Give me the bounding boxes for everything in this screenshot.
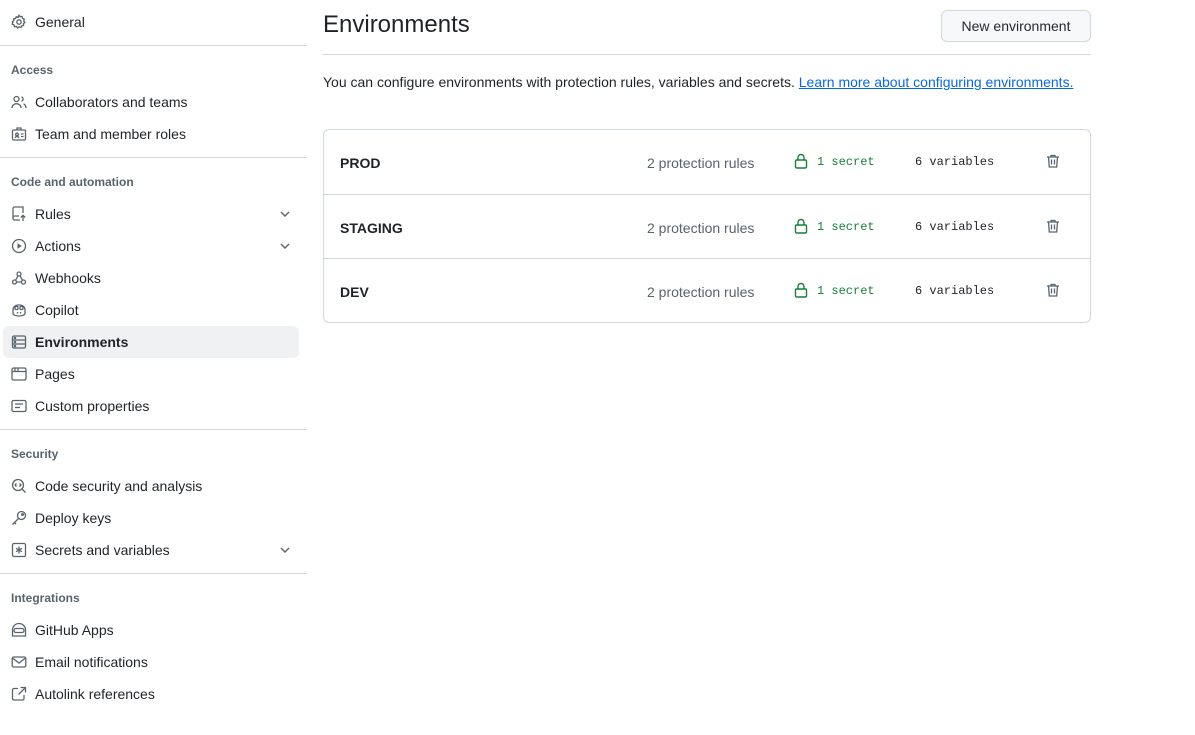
lock-icon bbox=[794, 153, 808, 169]
sidebar-item-general[interactable]: General bbox=[3, 6, 299, 38]
sidebar-item-label: Custom properties bbox=[35, 398, 150, 414]
variables-count: 6 variables bbox=[915, 220, 995, 234]
settings-sidebar: General Access Collaborators and teams T… bbox=[0, 0, 307, 735]
cross-reference-icon bbox=[11, 686, 27, 702]
sidebar-item-label: Team and member roles bbox=[35, 126, 186, 142]
sidebar-item-label: Collaborators and teams bbox=[35, 94, 188, 110]
secrets-count: 1 secret bbox=[817, 220, 875, 234]
page-title: Environments bbox=[323, 11, 470, 38]
chevron-down-icon[interactable] bbox=[277, 542, 293, 558]
sidebar-item-label: Deploy keys bbox=[35, 510, 112, 526]
sidebar-item-collaborators[interactable]: Collaborators and teams bbox=[3, 86, 299, 118]
note-icon bbox=[11, 398, 27, 414]
key-icon bbox=[11, 510, 27, 526]
sidebar-item-pages[interactable]: Pages bbox=[3, 358, 299, 390]
sidebar-item-label: Autolink references bbox=[35, 686, 155, 702]
sidebar-item-label: General bbox=[35, 14, 85, 30]
mail-icon bbox=[11, 654, 27, 670]
sidebar-item-github-apps[interactable]: GitHub Apps bbox=[3, 614, 299, 646]
learn-more-link[interactable]: Learn more about configuring environment… bbox=[799, 74, 1074, 90]
sidebar-item-autolink[interactable]: Autolink references bbox=[3, 678, 299, 710]
title-divider bbox=[323, 54, 1091, 55]
server-icon bbox=[11, 334, 27, 350]
webhook-icon bbox=[11, 270, 27, 286]
people-icon bbox=[11, 94, 27, 110]
sidebar-item-code-security[interactable]: Code security and analysis bbox=[3, 470, 299, 502]
sidebar-divider bbox=[0, 573, 307, 574]
sidebar-item-label: Pages bbox=[35, 366, 75, 382]
trash-icon[interactable] bbox=[1044, 281, 1062, 299]
variables-count: 6 variables bbox=[915, 284, 995, 298]
sidebar-divider bbox=[0, 157, 307, 158]
section-title-access: Access bbox=[11, 63, 54, 77]
sidebar-item-label: Rules bbox=[35, 206, 71, 222]
section-title-security: Security bbox=[11, 447, 59, 461]
sidebar-item-custom-properties[interactable]: Custom properties bbox=[3, 390, 299, 422]
intro-description: You can configure environments with prot… bbox=[323, 74, 799, 90]
sidebar-item-label: Code security and analysis bbox=[35, 478, 203, 494]
sidebar-item-label: Email notifications bbox=[35, 654, 148, 670]
trash-icon[interactable] bbox=[1044, 217, 1062, 235]
secrets-count: 1 secret bbox=[817, 155, 875, 169]
sidebar-divider bbox=[0, 429, 307, 430]
gear-icon bbox=[11, 14, 27, 30]
environment-row: PROD 2 protection rules 1 secret 6 varia… bbox=[324, 130, 1090, 194]
sidebar-item-secrets-variables[interactable]: Secrets and variables bbox=[3, 534, 299, 566]
sidebar-item-team-roles[interactable]: Team and member roles bbox=[3, 118, 299, 150]
environment-name-link[interactable]: PROD bbox=[340, 154, 380, 172]
environment-row: DEV 2 protection rules 1 secret 6 variab… bbox=[324, 258, 1090, 322]
lock-icon bbox=[794, 282, 808, 298]
protection-rules-count: 2 protection rules bbox=[647, 284, 755, 300]
section-title-code-automation: Code and automation bbox=[11, 175, 134, 189]
trash-icon[interactable] bbox=[1044, 152, 1062, 170]
sidebar-item-webhooks[interactable]: Webhooks bbox=[3, 262, 299, 294]
copilot-icon bbox=[11, 302, 27, 318]
sidebar-item-copilot[interactable]: Copilot bbox=[3, 294, 299, 326]
play-icon bbox=[11, 238, 27, 254]
environment-name-link[interactable]: DEV bbox=[340, 283, 369, 301]
lock-icon bbox=[794, 218, 808, 234]
chevron-down-icon[interactable] bbox=[277, 206, 293, 222]
sidebar-item-deploy-keys[interactable]: Deploy keys bbox=[3, 502, 299, 534]
sidebar-item-label: Webhooks bbox=[35, 270, 101, 286]
hubot-icon bbox=[11, 622, 27, 638]
sidebar-item-label: Environments bbox=[35, 334, 129, 350]
secrets-count: 1 secret bbox=[817, 284, 875, 298]
asterisk-icon bbox=[11, 542, 27, 558]
browser-icon bbox=[11, 366, 27, 382]
repo-push-icon bbox=[11, 206, 27, 222]
sidebar-item-rules[interactable]: Rules bbox=[3, 198, 299, 230]
sidebar-item-label: GitHub Apps bbox=[35, 622, 114, 638]
new-environment-button[interactable]: New environment bbox=[941, 10, 1091, 42]
codescan-icon bbox=[11, 478, 27, 494]
sidebar-divider bbox=[0, 45, 307, 46]
id-badge-icon bbox=[11, 126, 27, 142]
sidebar-item-email-notifications[interactable]: Email notifications bbox=[3, 646, 299, 678]
section-title-integrations: Integrations bbox=[11, 591, 80, 605]
sidebar-item-label: Secrets and variables bbox=[35, 542, 170, 558]
sidebar-item-environments[interactable]: Environments bbox=[3, 326, 299, 358]
sidebar-item-label: Actions bbox=[35, 238, 81, 254]
variables-count: 6 variables bbox=[915, 155, 995, 169]
sidebar-item-label: Copilot bbox=[35, 302, 79, 318]
environments-list: PROD 2 protection rules 1 secret 6 varia… bbox=[323, 129, 1091, 323]
chevron-down-icon[interactable] bbox=[277, 238, 293, 254]
protection-rules-count: 2 protection rules bbox=[647, 155, 755, 171]
environment-name-link[interactable]: STAGING bbox=[340, 219, 403, 237]
protection-rules-count: 2 protection rules bbox=[647, 220, 755, 236]
sidebar-item-actions[interactable]: Actions bbox=[3, 230, 299, 262]
intro-text: You can configure environments with prot… bbox=[323, 72, 1091, 93]
environment-row: STAGING 2 protection rules 1 secret 6 va… bbox=[324, 194, 1090, 258]
